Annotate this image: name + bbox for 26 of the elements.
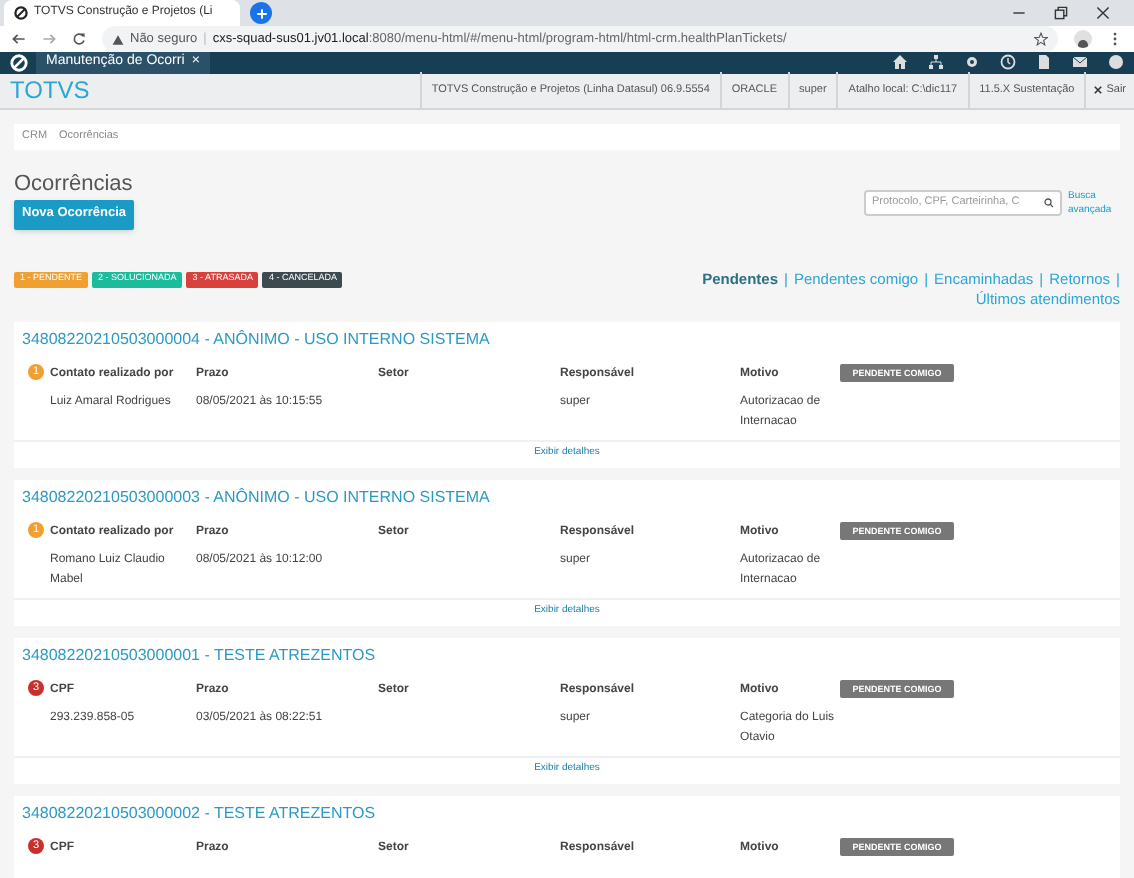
totvs-logo: TOTVS xyxy=(8,74,92,108)
plus-icon xyxy=(255,7,267,19)
home-icon[interactable] xyxy=(892,54,908,71)
back-icon[interactable] xyxy=(12,32,26,46)
reload-icon[interactable] xyxy=(72,32,86,46)
minimize-icon[interactable] xyxy=(1012,6,1026,20)
ticket-title[interactable]: 34808220210503000002 - TESTE ATREZENTOS xyxy=(22,803,376,821)
star-icon[interactable] xyxy=(1034,32,1048,46)
close-icon[interactable] xyxy=(1096,6,1110,20)
clock-icon[interactable] xyxy=(1000,54,1016,71)
document-icon[interactable] xyxy=(1036,54,1052,71)
menu-icon[interactable] xyxy=(1108,32,1122,46)
close-icon xyxy=(1094,86,1103,94)
sitemap-icon[interactable] xyxy=(928,54,944,71)
ticket-title[interactable]: 34808220210503000004 - ANÔNIMO - USO INTERNO SISTEMA xyxy=(22,329,490,347)
logo-icon xyxy=(14,6,28,20)
profile-icon[interactable] xyxy=(1074,30,1092,48)
restore-icon[interactable] xyxy=(1054,6,1068,20)
search-icon[interactable] xyxy=(1044,198,1054,208)
page-title: Ocorrências xyxy=(14,169,133,197)
warning-icon xyxy=(112,33,124,45)
logo-icon[interactable] xyxy=(9,53,27,72)
new-tab-button[interactable] xyxy=(250,2,272,24)
ticket-title[interactable]: 34808220210503000001 - TESTE ATREZENTOS xyxy=(22,645,376,663)
ticket-title[interactable]: 34808220210503000003 - ANÔNIMO - USO INTERNO SISTEMA xyxy=(22,487,490,505)
mail-icon[interactable] xyxy=(1072,54,1088,71)
